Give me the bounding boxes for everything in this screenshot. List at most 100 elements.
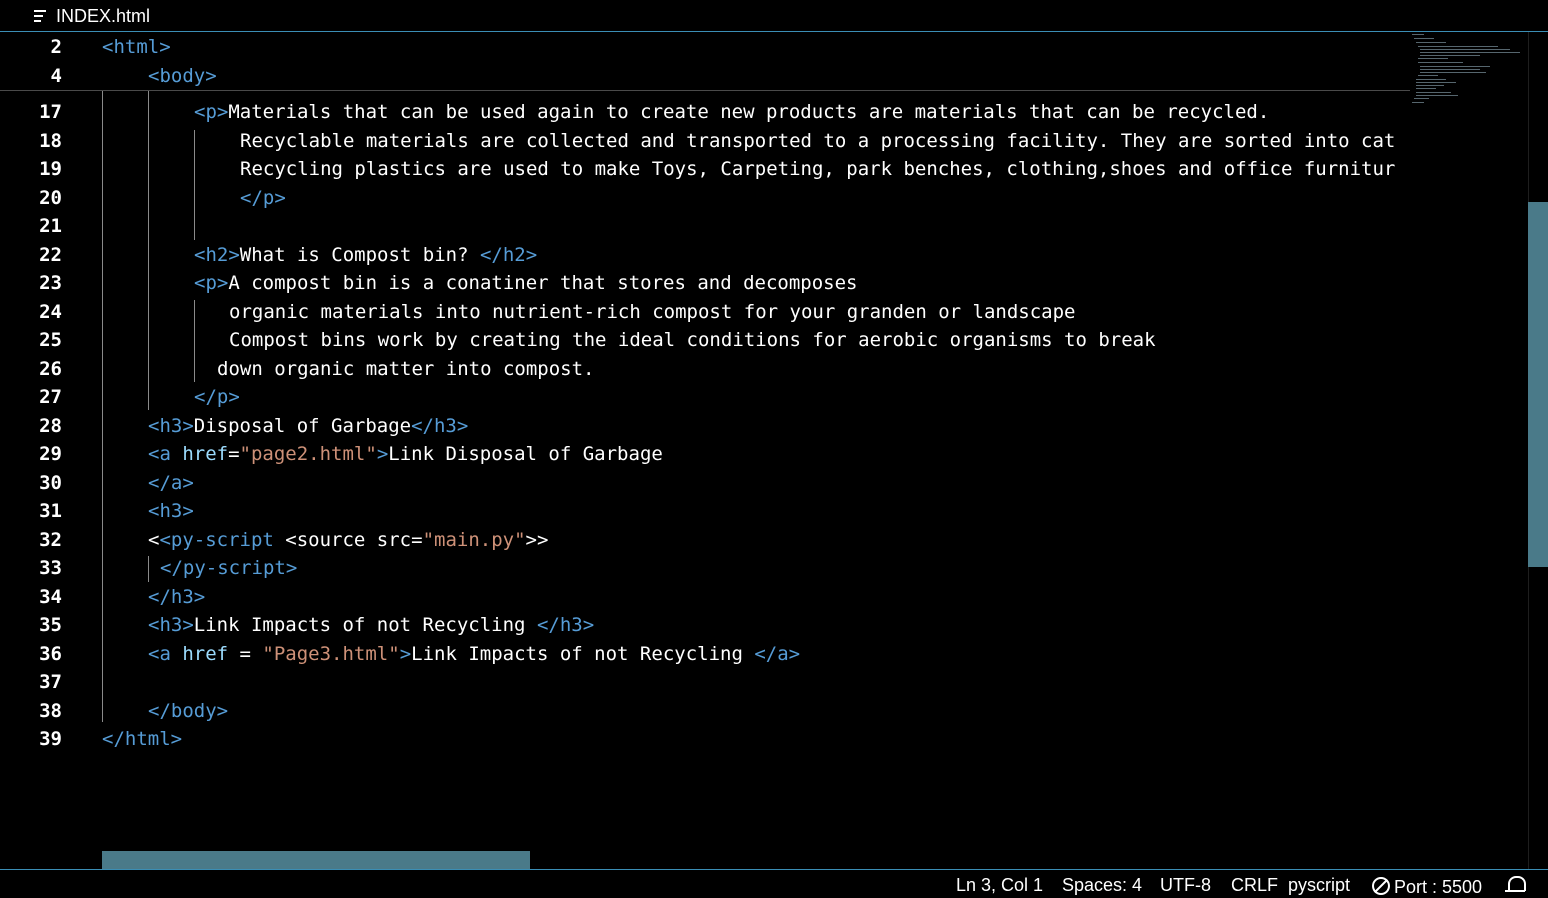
status-indentation[interactable]: Spaces: 4 xyxy=(1062,875,1142,896)
code-token: Link Impacts of not Recycling xyxy=(193,614,537,636)
minimap-line xyxy=(1416,85,1444,86)
code-text: </h3> xyxy=(148,583,205,611)
minimap-line xyxy=(1418,75,1438,76)
editor-tab-bar: INDEX.html xyxy=(0,0,1548,32)
status-live-server[interactable]: Port : 5500 xyxy=(1372,875,1482,898)
code-token: </h3> xyxy=(536,614,595,636)
minimap-line xyxy=(1420,72,1486,73)
code-line[interactable]: 30 </a> xyxy=(0,469,1410,497)
code-token: Recyclable materials are collected and t… xyxy=(240,129,1396,152)
code-text: <html> xyxy=(102,33,171,61)
code-line[interactable]: 28 <h3>Disposal of Garbage</h3> xyxy=(0,412,1410,440)
vertical-scrollbar-thumb[interactable] xyxy=(1528,202,1548,567)
hamburger-menu-icon xyxy=(34,10,46,22)
code-token: </a> xyxy=(148,471,194,494)
minimap-line xyxy=(1416,95,1458,96)
code-line[interactable]: 31 <h3> xyxy=(0,497,1410,525)
code-token: "page2.html" xyxy=(239,443,377,465)
code-line[interactable]: 34 </h3> xyxy=(0,583,1410,611)
code-token: Link Impacts of not Recycling xyxy=(411,642,755,665)
minimap[interactable] xyxy=(1412,32,1530,122)
code-text: </py-script> xyxy=(160,554,297,582)
code-text: <p>A compost bin is a conatiner that sto… xyxy=(194,269,857,297)
code-token: <a xyxy=(148,443,183,465)
code-text: <a href = "Page3.html">Link Impacts of n… xyxy=(148,640,800,668)
minimap-line xyxy=(1420,66,1490,67)
code-line[interactable]: 18 Recyclable materials are collected and… xyxy=(0,127,1410,155)
code-line[interactable]: 23 <p>A compost bin is a conatiner that s… xyxy=(0,269,1410,297)
line-number: 30 xyxy=(39,471,62,494)
code-token: "Page3.html" xyxy=(262,642,400,665)
code-line[interactable]: 2 <html> xyxy=(0,33,1410,61)
code-token: href xyxy=(182,642,229,665)
code-line[interactable]: 36 <a href = "Page3.html">Link Impacts of… xyxy=(0,640,1410,668)
code-text: <h2>What is Compost bin? </h2> xyxy=(194,241,537,269)
code-line[interactable]: 33 </py-script> xyxy=(0,554,1410,582)
line-number: 25 xyxy=(39,329,62,351)
code-token: </html> xyxy=(102,728,183,750)
status-cursor-position[interactable]: Ln 3, Col 1 xyxy=(956,875,1043,896)
code-token: <body> xyxy=(148,65,217,87)
line-number: 36 xyxy=(39,642,62,665)
code-token: </a> xyxy=(754,642,801,665)
sticky-scroll-header[interactable]: 2 <html> 4 <body> xyxy=(0,32,1410,91)
code-line[interactable]: 22 <h2>What is Compost bin? </h2> xyxy=(0,241,1410,269)
minimap-line xyxy=(1412,102,1424,103)
code-token: = xyxy=(228,443,240,465)
code-line[interactable]: 38 </body> xyxy=(0,697,1410,725)
line-number: 27 xyxy=(39,386,62,408)
line-number: 38 xyxy=(39,699,62,722)
line-number: 21 xyxy=(39,215,62,237)
line-number: 19 xyxy=(39,158,62,180)
line-number: 2 xyxy=(50,36,62,58)
indent-guide-p-2 xyxy=(194,300,195,382)
tab-index-html[interactable]: INDEX.html xyxy=(34,5,150,27)
minimap-line xyxy=(1420,52,1520,53)
minimap-line xyxy=(1420,55,1480,56)
code-token: Compost bins work by creating the ideal … xyxy=(229,329,1156,351)
code-text: </body> xyxy=(148,697,228,725)
code-token: > xyxy=(376,443,389,465)
code-text: Compost bins work by creating the ideal … xyxy=(229,326,1156,354)
line-number: 4 xyxy=(50,65,62,87)
code-line[interactable]: 37 xyxy=(0,668,1410,696)
code-line[interactable]: 32 <<py-script <source src="main.py">> xyxy=(0,526,1410,554)
code-line[interactable]: 19 Recycling plastics are used to make To… xyxy=(0,155,1410,183)
code-token: What is Compost bin? xyxy=(239,243,480,266)
code-line[interactable]: 29 <a href="page2.html">Link Disposal of … xyxy=(0,440,1410,468)
code-token: <h3> xyxy=(148,614,194,636)
code-line[interactable]: 27 </p> xyxy=(0,383,1410,411)
code-text: </p> xyxy=(240,184,286,212)
code-token: = xyxy=(228,642,263,665)
code-text: organic materials into nutrient-rich com… xyxy=(229,298,1075,326)
line-number: 28 xyxy=(39,414,62,437)
status-line-ending[interactable]: CRLF xyxy=(1231,875,1278,896)
minimap-line xyxy=(1414,38,1434,39)
status-language-mode[interactable]: pyscript xyxy=(1288,875,1350,896)
code-token: <h3> xyxy=(148,500,194,522)
horizontal-scrollbar-thumb[interactable] xyxy=(102,851,530,869)
code-text: <h3>Disposal of Garbage</h3> xyxy=(148,412,468,440)
minimap-line xyxy=(1416,79,1446,80)
code-text: <<py-script <source src="main.py">> xyxy=(148,526,548,554)
line-number: 26 xyxy=(39,357,62,380)
code-line[interactable]: 24 organic materials into nutrient-rich c… xyxy=(0,298,1410,326)
code-line[interactable]: 4 <body> xyxy=(0,62,1410,90)
code-line[interactable]: 26 down organic matter into compost. xyxy=(0,355,1410,383)
code-token: <source src= xyxy=(285,528,423,551)
code-token: </p> xyxy=(194,386,240,408)
code-line[interactable]: 35 <h3>Link Impacts of not Recycling </h3… xyxy=(0,611,1410,639)
code-line[interactable]: 17 <p>Materials that can be used again to… xyxy=(0,98,1410,126)
code-line[interactable]: 39 </html> xyxy=(0,725,1410,753)
code-token: >> xyxy=(525,528,549,551)
code-line[interactable]: 25 Compost bins work by creating the idea… xyxy=(0,326,1410,354)
code-line[interactable]: 20 </p> xyxy=(0,184,1410,212)
code-line[interactable]: 21 xyxy=(0,212,1410,240)
code-token: </body> xyxy=(148,699,229,722)
bell-icon[interactable] xyxy=(1505,876,1526,892)
code-text: Recycling plastics are used to make Toys… xyxy=(240,155,1395,183)
minimap-line xyxy=(1412,34,1424,35)
code-text: <p>Materials that can be used again to c… xyxy=(194,98,1269,126)
code-token: </p> xyxy=(240,186,286,209)
status-encoding[interactable]: UTF-8 xyxy=(1160,875,1211,896)
